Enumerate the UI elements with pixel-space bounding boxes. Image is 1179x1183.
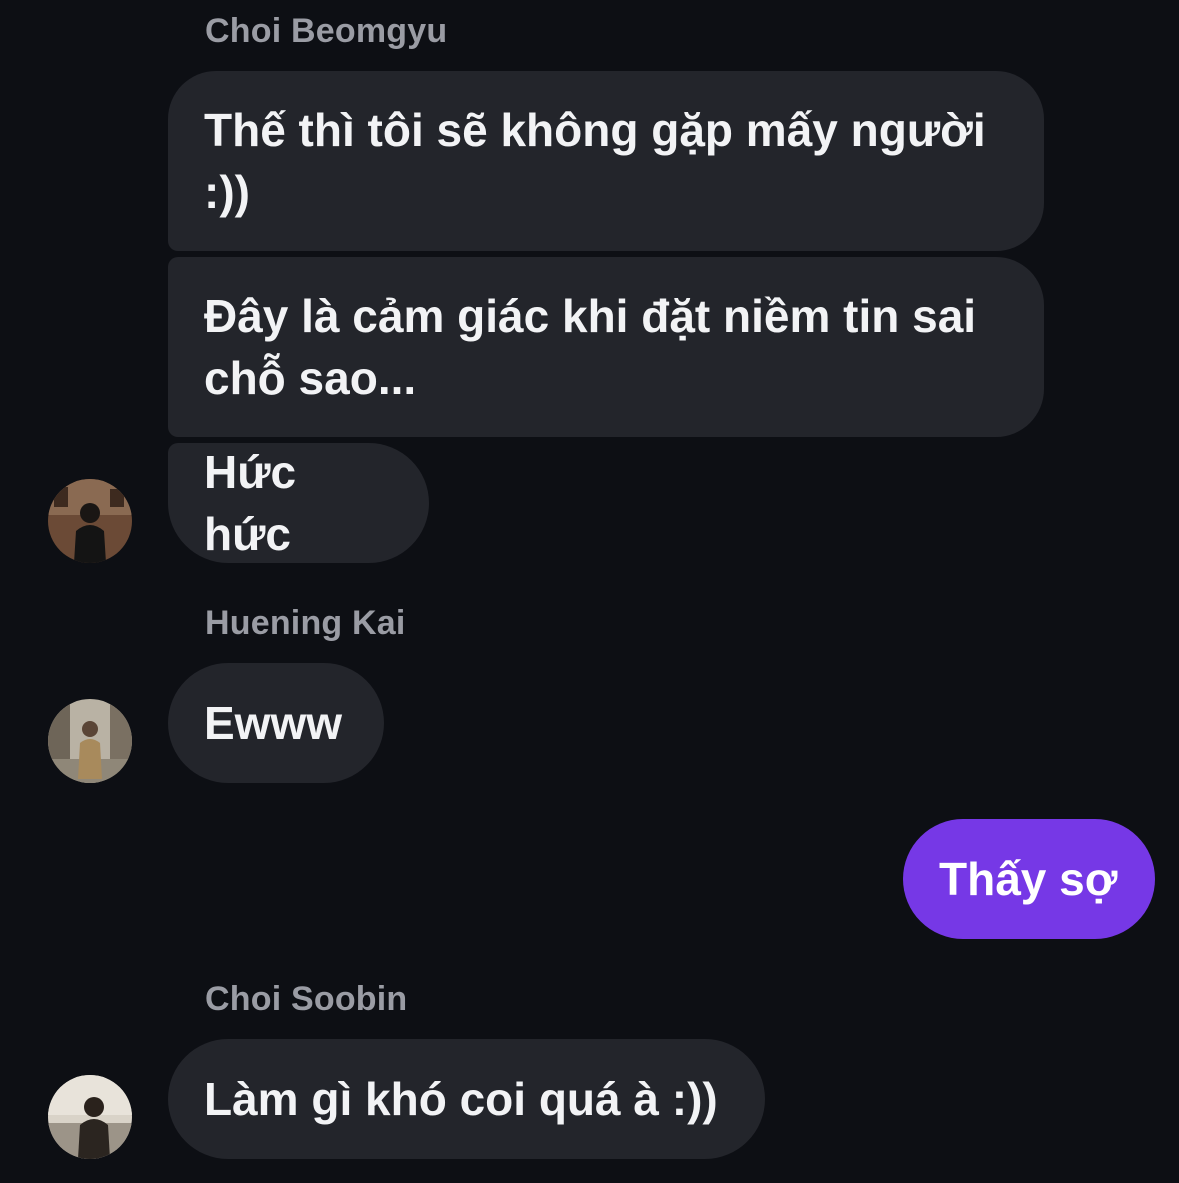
outgoing-message-bubble[interactable]: Thấy sợ: [903, 819, 1155, 939]
sender-name: Choi Beomgyu: [205, 12, 448, 50]
sender-name: Choi Soobin: [205, 980, 408, 1018]
avatar[interactable]: [48, 1075, 132, 1159]
user-photo-icon: [48, 1075, 132, 1159]
user-photo-icon: [48, 699, 132, 783]
user-photo-icon: [48, 479, 132, 563]
message-bubble[interactable]: Ewww: [168, 663, 384, 783]
message-bubble[interactable]: Đây là cảm giác khi đặt niềm tin sai chỗ…: [168, 257, 1044, 437]
avatar[interactable]: [48, 699, 132, 783]
sender-name: Huening Kai: [205, 604, 406, 642]
message-bubble[interactable]: Thế thì tôi sẽ không gặp mấy người :)): [168, 71, 1044, 251]
message-bubble[interactable]: Làm gì khó coi quá à :)): [168, 1039, 765, 1159]
message-bubble[interactable]: Hức hức: [168, 443, 429, 563]
avatar[interactable]: [48, 479, 132, 563]
